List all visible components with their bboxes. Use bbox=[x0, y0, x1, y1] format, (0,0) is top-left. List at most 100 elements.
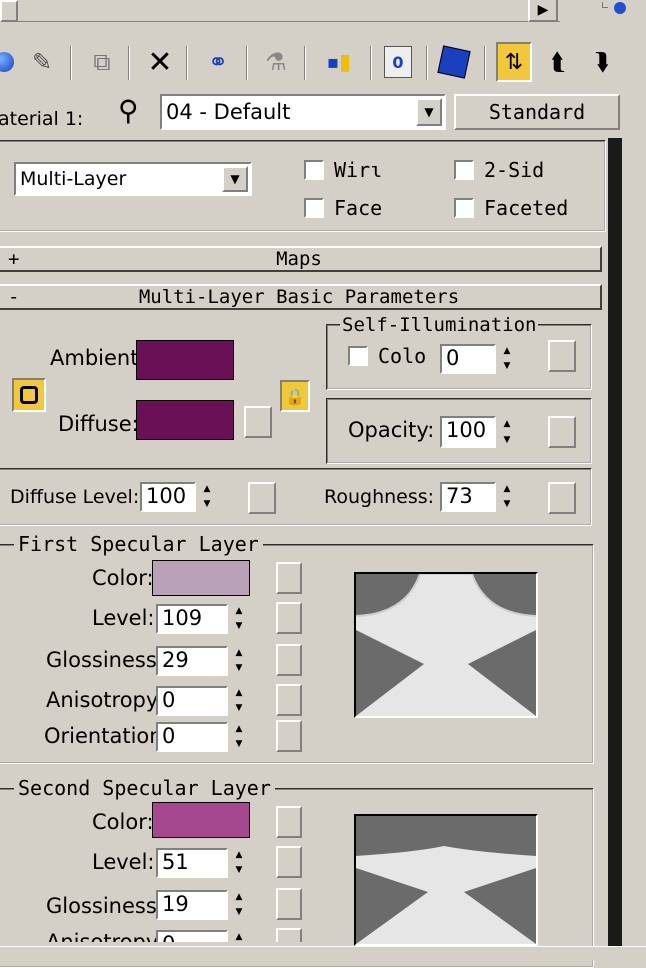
first-orient-spinner[interactable]: ▲ ▼ bbox=[228, 722, 250, 752]
opacity-map-button[interactable] bbox=[548, 416, 576, 448]
opacity-label: Opacity: bbox=[348, 418, 435, 442]
material-type-button[interactable]: Standard bbox=[454, 94, 620, 130]
first-gloss-field[interactable]: 29 bbox=[156, 646, 228, 676]
first-gloss-spinner[interactable]: ▲ ▼ bbox=[228, 646, 250, 676]
first-aniso-field[interactable]: 0 bbox=[156, 686, 228, 716]
show-end-result-icon[interactable] bbox=[434, 42, 474, 82]
first-aniso-map-button[interactable] bbox=[276, 684, 302, 716]
material-effects-channel-icon[interactable]: ▪ ▮ bbox=[314, 42, 364, 82]
second-level-value: 51 bbox=[162, 850, 189, 874]
first-orient-value: 0 bbox=[162, 724, 176, 748]
navigator-icon[interactable] bbox=[600, 0, 630, 18]
second-aniso-field[interactable]: 0 bbox=[156, 930, 228, 942]
first-orient-map-button[interactable] bbox=[276, 720, 302, 752]
faceted-checkbox[interactable] bbox=[454, 198, 474, 218]
two-sided-label: 2-Sid bbox=[484, 158, 545, 182]
lock-icon bbox=[20, 386, 38, 404]
second-level-field[interactable]: 51 bbox=[156, 848, 228, 878]
first-color-label: Color: bbox=[92, 566, 154, 590]
eyedropper-icon[interactable]: ⚲ bbox=[118, 94, 150, 127]
second-aniso-clip: Anisotropy: 0 ▲▼ bbox=[0, 926, 320, 942]
chevron-down-icon[interactable]: ▼ bbox=[416, 98, 442, 126]
second-aniso-label: Anisotropy: bbox=[46, 930, 164, 942]
self-illum-color-label: Colo bbox=[378, 344, 427, 368]
put-to-library-icon[interactable]: ⚗ bbox=[256, 42, 296, 82]
second-aniso-value: 0 bbox=[162, 932, 175, 942]
roughness-field[interactable]: 73 bbox=[440, 482, 496, 512]
second-level-map-button[interactable] bbox=[276, 846, 302, 878]
face-map-checkbox[interactable] bbox=[304, 198, 324, 218]
diffuse-level-spinner[interactable]: ▲ ▼ bbox=[196, 482, 218, 512]
self-illum-field[interactable]: 0 bbox=[440, 344, 496, 374]
faceted-label: Faceted bbox=[484, 196, 569, 220]
top-scrollbar[interactable]: ▶ bbox=[0, 0, 560, 22]
self-illumination-title: Self-Illumination bbox=[340, 314, 539, 336]
first-level-field[interactable]: 109 bbox=[156, 604, 228, 634]
roughness-spinner[interactable]: ▲ ▼ bbox=[496, 482, 518, 512]
shader-dropdown[interactable]: Multi-Layer ▼ bbox=[14, 162, 252, 196]
first-specular-color-swatch[interactable] bbox=[152, 560, 250, 596]
chevron-down-icon[interactable]: ▼ bbox=[222, 166, 248, 192]
basic-params-rollout[interactable]: - Multi-Layer Basic Parameters bbox=[0, 284, 602, 310]
first-level-value: 109 bbox=[162, 606, 203, 630]
ambient-color-swatch[interactable] bbox=[136, 340, 234, 380]
opacity-value: 100 bbox=[446, 418, 487, 442]
sphere-icon[interactable] bbox=[0, 42, 16, 82]
opacity-spinner[interactable]: ▲ ▼ bbox=[496, 416, 518, 448]
make-unique-icon[interactable]: ⚭ bbox=[198, 42, 238, 82]
first-level-map-button[interactable] bbox=[276, 602, 302, 634]
scroll-right-button[interactable]: ▶ bbox=[528, 0, 558, 22]
self-illum-spinner[interactable]: ▲ ▼ bbox=[496, 344, 518, 374]
second-gloss-label: Glossiness: bbox=[46, 894, 164, 918]
go-forward-sibling-icon[interactable]: ⮬ bbox=[540, 42, 576, 82]
show-map-icon[interactable]: 0 bbox=[378, 42, 418, 82]
first-orient-field[interactable]: 0 bbox=[156, 722, 228, 752]
diffuse-color-swatch[interactable] bbox=[136, 400, 234, 440]
self-illum-color-checkbox[interactable] bbox=[348, 346, 368, 366]
second-aniso-spinner[interactable]: ▲▼ bbox=[228, 930, 250, 942]
wire-checkbox[interactable] bbox=[304, 160, 324, 180]
two-sided-checkbox[interactable] bbox=[454, 160, 474, 180]
delete-icon[interactable]: ✕ bbox=[140, 42, 180, 82]
first-gloss-map-button[interactable] bbox=[276, 644, 302, 676]
put-to-scene-icon[interactable]: ⧉ bbox=[82, 42, 122, 82]
pick-material-icon[interactable]: ⮯ bbox=[584, 42, 620, 82]
scrollbar-thumb[interactable] bbox=[0, 0, 18, 22]
first-aniso-spinner[interactable]: ▲ ▼ bbox=[228, 686, 250, 716]
first-specular-title: First Specular Layer bbox=[14, 532, 263, 556]
self-illum-value: 0 bbox=[446, 346, 460, 370]
second-color-map-button[interactable] bbox=[276, 806, 302, 838]
diffuse-level-map-button[interactable] bbox=[248, 482, 276, 514]
second-gloss-value: 19 bbox=[162, 892, 189, 916]
second-aniso-map-button[interactable] bbox=[276, 928, 302, 942]
diffuse-map-button[interactable] bbox=[244, 406, 272, 438]
opacity-field[interactable]: 100 bbox=[440, 416, 496, 448]
self-illum-map-button[interactable] bbox=[548, 340, 576, 372]
shader-value: Multi-Layer bbox=[20, 168, 127, 190]
second-level-spinner[interactable]: ▲ ▼ bbox=[228, 848, 250, 878]
material-name-dropdown[interactable]: 04 - Default ▼ bbox=[160, 94, 446, 130]
diffuse-specular-lock-button[interactable]: 🔒 bbox=[280, 380, 310, 412]
ambient-label: Ambient: bbox=[50, 346, 146, 370]
second-gloss-spinner[interactable]: ▲ ▼ bbox=[228, 890, 250, 920]
second-gloss-field[interactable]: 19 bbox=[156, 890, 228, 920]
diffuse-level-label: Diffuse Level: bbox=[10, 486, 140, 508]
go-to-parent-icon[interactable]: ⇅ bbox=[496, 42, 532, 82]
maps-rollout[interactable]: + Maps bbox=[0, 246, 602, 272]
second-specular-color-swatch[interactable] bbox=[152, 802, 250, 838]
first-color-map-button[interactable] bbox=[276, 562, 302, 594]
panel-scrollbar[interactable] bbox=[608, 138, 622, 948]
material-slot-label: aterial 1: bbox=[0, 108, 84, 130]
diffuse-level-field[interactable]: 100 bbox=[140, 482, 196, 512]
first-level-spinner[interactable]: ▲ ▼ bbox=[228, 604, 250, 634]
ambient-diffuse-lock-button[interactable] bbox=[12, 378, 46, 412]
basic-rollout-title: Multi-Layer Basic Parameters bbox=[138, 286, 460, 308]
bottom-edge bbox=[0, 946, 646, 960]
get-material-icon[interactable]: ✎ bbox=[24, 42, 60, 82]
roughness-map-button[interactable] bbox=[548, 482, 576, 514]
second-gloss-map-button[interactable] bbox=[276, 888, 302, 920]
face-map-label: Face bbox=[334, 196, 383, 220]
material-name-value: 04 - Default bbox=[166, 100, 291, 124]
roughness-label: Roughness: bbox=[324, 486, 435, 508]
second-highlight-graph bbox=[354, 814, 538, 946]
